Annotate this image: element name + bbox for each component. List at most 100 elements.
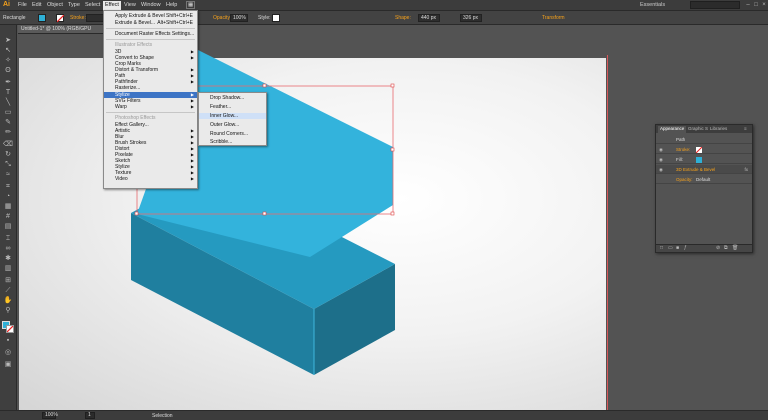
symbol-sprayer-icon[interactable]: ✱: [3, 255, 13, 263]
menu-select[interactable]: Select: [85, 2, 100, 8]
fx-icon[interactable]: fx: [744, 165, 748, 174]
slice-tool-icon[interactable]: ⟋: [3, 287, 13, 295]
menu-help[interactable]: Help: [166, 2, 177, 8]
draw-mode-icon[interactable]: ◎: [3, 349, 13, 357]
column-graph-icon[interactable]: ▥: [3, 265, 13, 273]
stroke-color-icon[interactable]: [6, 325, 14, 333]
inner-glow-item[interactable]: Inner Glow...: [199, 113, 266, 119]
stroke-row[interactable]: ◉ Stroke:: [656, 145, 752, 154]
zoom-tool-icon[interactable]: ⚲: [3, 307, 13, 315]
height-field[interactable]: 326 px: [460, 14, 482, 22]
warp-item[interactable]: Warp ▶: [104, 104, 197, 110]
rotate-icon[interactable]: ↻: [3, 151, 13, 159]
type-tool-icon[interactable]: T: [3, 89, 13, 97]
line-tool-icon[interactable]: ╲: [3, 99, 13, 107]
object-type-label: Path: [676, 137, 686, 142]
fill-row-swatch[interactable]: [696, 157, 702, 163]
tools-panel: ➤ ↖ ✧ ʘ ✒ T ╲ ▭ ✎ ✏ ⌫ ↻ ⤡ ≈ ⌗ ◔ ▦ # ▤ ⌶ …: [0, 25, 17, 410]
last-effect-item[interactable]: Extrude & Bevel... Alt+Shift+Ctrl+E: [104, 20, 197, 26]
transform-label[interactable]: Transform: [542, 15, 565, 21]
menu-object[interactable]: Object: [47, 2, 63, 8]
search-stock-input[interactable]: [690, 1, 740, 9]
appearance-object-row[interactable]: Path: [656, 135, 752, 144]
feather-item[interactable]: Feather...: [199, 104, 266, 110]
stylize-submenu: Drop Shadow... Feather... Inner Glow... …: [198, 92, 267, 146]
shape-label[interactable]: Shape:: [395, 15, 411, 21]
artboard-number-field[interactable]: 1: [85, 412, 95, 419]
raster-settings-item[interactable]: Document Raster Effects Settings...: [104, 31, 197, 37]
scale-icon[interactable]: ⤡: [3, 161, 13, 169]
rasterize-item[interactable]: Rasterize...: [104, 85, 197, 91]
add-stroke-icon[interactable]: ▭: [668, 246, 673, 251]
pencil-icon[interactable]: ✏: [3, 129, 13, 137]
clear-appearance-icon[interactable]: ⊘: [716, 246, 721, 251]
close-icon[interactable]: ×: [760, 1, 768, 9]
eye-icon[interactable]: ◉: [659, 165, 663, 174]
new-art-icon[interactable]: □: [660, 246, 665, 251]
eye-icon[interactable]: ◉: [659, 155, 663, 164]
mesh-icon[interactable]: #: [3, 213, 13, 221]
submenu-arrow-icon: ▶: [190, 104, 194, 109]
free-transform-icon[interactable]: ⌗: [3, 183, 13, 191]
opacity-row[interactable]: Opacity: Default: [656, 175, 752, 184]
stroke-row-swatch[interactable]: [696, 147, 702, 153]
document-tab[interactable]: Untitled-1* @ 100% (RGB/GPU Preview): [18, 25, 108, 41]
minimize-icon[interactable]: –: [744, 1, 752, 9]
warp-label: Warp: [115, 104, 127, 110]
scribble-item[interactable]: Scribble...: [199, 139, 266, 145]
tab-graphic-styles[interactable]: Graphic S: [688, 126, 708, 131]
add-fill-icon[interactable]: ■: [676, 246, 681, 251]
menu-window[interactable]: Window: [141, 2, 161, 8]
drop-shadow-item[interactable]: Drop Shadow...: [199, 95, 266, 101]
delete-item-icon[interactable]: 🗑: [732, 246, 738, 251]
duplicate-item-icon[interactable]: ⧉: [724, 246, 729, 251]
artboard-tool-icon[interactable]: ⊞: [3, 277, 13, 285]
panel-bottom-bar: □ ▭ ■ ƒ ⊘ ⧉ 🗑: [656, 244, 752, 252]
direct-selection-tool-icon[interactable]: ↖: [3, 47, 13, 55]
eye-icon[interactable]: ◉: [659, 145, 663, 154]
selection-tool-icon[interactable]: ➤: [3, 37, 13, 45]
eyedropper-icon[interactable]: ⌶: [3, 235, 13, 243]
gradient-icon[interactable]: ▤: [3, 223, 13, 231]
illustrator-logo: Ai: [3, 1, 10, 8]
pen-tool-icon[interactable]: ✒: [3, 79, 13, 87]
paintbrush-icon[interactable]: ✎: [3, 119, 13, 127]
tab-libraries[interactable]: Libraries: [710, 126, 727, 131]
workspace-switcher[interactable]: Essentials: [640, 2, 665, 8]
tab-appearance[interactable]: Appearance: [658, 126, 687, 133]
menu-effect[interactable]: Effect: [103, 1, 121, 10]
hand-tool-icon[interactable]: ✋: [3, 297, 13, 305]
outer-glow-item[interactable]: Outer Glow...: [199, 122, 266, 128]
eraser-icon[interactable]: ⌫: [3, 141, 13, 149]
color-mode-icon[interactable]: ▪: [3, 337, 13, 345]
style-swatch[interactable]: [272, 14, 280, 22]
blend-icon[interactable]: ∞: [3, 245, 13, 253]
maximize-icon[interactable]: □: [752, 1, 760, 9]
perspective-grid-icon[interactable]: ▦: [3, 203, 13, 211]
round-corners-item[interactable]: Round Corners...: [199, 131, 266, 137]
menu-type[interactable]: Type: [68, 2, 80, 8]
effect-row[interactable]: ◉ 3D Extrude & Bevel fx: [656, 165, 752, 174]
shape-builder-icon[interactable]: ◔: [3, 193, 13, 201]
screen-mode-icon[interactable]: ▣: [3, 361, 13, 369]
arrange-documents-icon[interactable]: ▦: [186, 1, 196, 9]
opacity-field[interactable]: 100%: [230, 14, 248, 22]
zoom-field[interactable]: 100%: [42, 412, 58, 419]
video-item[interactable]: Video ▶: [104, 176, 197, 182]
fill-swatch[interactable]: [38, 14, 46, 22]
add-effect-icon[interactable]: ƒ: [684, 246, 689, 251]
magic-wand-icon[interactable]: ✧: [3, 57, 13, 65]
stroke-label[interactable]: Stroke:: [70, 15, 86, 21]
opacity-label[interactable]: Opacity:: [213, 15, 231, 21]
stroke-swatch[interactable]: [56, 14, 64, 22]
warp-icon[interactable]: ≈: [3, 171, 13, 179]
panel-menu-icon[interactable]: ≡: [744, 126, 747, 131]
menu-view[interactable]: View: [124, 2, 136, 8]
rectangle-tool-icon[interactable]: ▭: [3, 109, 13, 117]
apply-last-effect-item[interactable]: Apply Extrude & Bevel Shift+Ctrl+E: [104, 13, 197, 19]
width-field[interactable]: 440 px: [418, 14, 440, 22]
menu-edit[interactable]: Edit: [32, 2, 41, 8]
fill-row[interactable]: ◉ Fill:: [656, 155, 752, 164]
menu-file[interactable]: File: [18, 2, 27, 8]
lasso-icon[interactable]: ʘ: [3, 67, 13, 75]
